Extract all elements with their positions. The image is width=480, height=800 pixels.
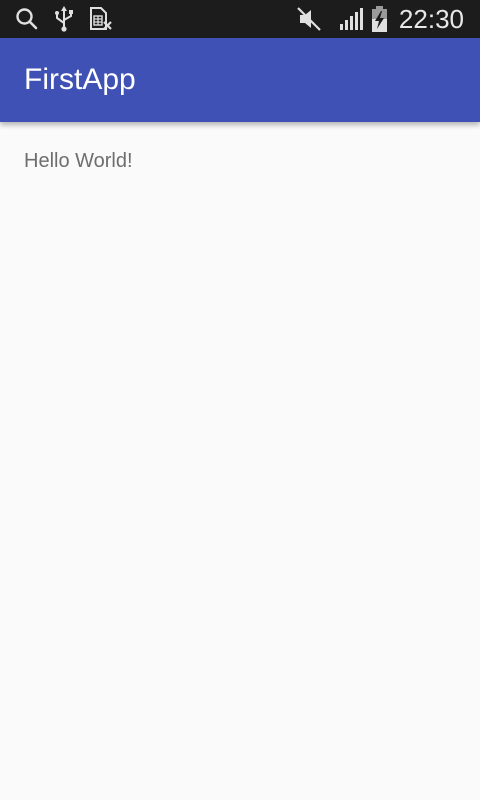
- no-sim-icon: [88, 5, 114, 33]
- battery-charging-icon: [370, 5, 390, 33]
- status-bar: 22:30: [0, 0, 480, 38]
- signal-icon: [338, 5, 364, 33]
- clock-time: 22:30: [398, 4, 464, 34]
- hello-text: Hello World!: [24, 150, 133, 172]
- search-icon: [14, 5, 40, 33]
- mute-icon: [296, 5, 324, 33]
- usb-icon: [52, 5, 76, 33]
- main-content: Hello World!: [0, 122, 480, 800]
- app-title: FirstApp: [24, 63, 136, 96]
- app-bar: FirstApp: [0, 38, 480, 122]
